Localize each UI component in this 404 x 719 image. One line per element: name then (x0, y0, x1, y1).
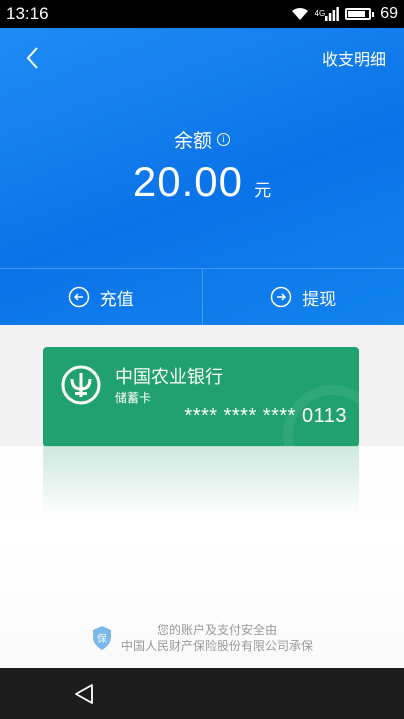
security-text: 您的账户及支付安全由 中国人民财产保险股份有限公司承保 (121, 622, 313, 654)
transaction-details-link[interactable]: 收支明细 (322, 46, 386, 70)
svg-text:保: 保 (97, 632, 107, 645)
system-nav-bar (0, 668, 404, 719)
back-button[interactable] (14, 40, 50, 76)
wallet-header: 收支明细 余额 i 20.00 元 充值 提现 (0, 28, 404, 325)
card-reflection (43, 446, 359, 516)
security-line-2: 中国人民财产保险股份有限公司承保 (120, 639, 313, 653)
chevron-left-icon (26, 47, 38, 69)
shield-icon: 保 (92, 626, 111, 650)
nav-back-icon[interactable] (72, 682, 96, 706)
action-bar: 充值 提现 (0, 268, 404, 325)
withdraw-button[interactable]: 提现 (201, 269, 404, 325)
signal-icon (325, 7, 340, 21)
wifi-icon (291, 7, 308, 20)
balance-label: 余额 (173, 130, 212, 152)
balance-label-row: 余额 i (0, 126, 404, 153)
balance-amount: 20.00 (132, 158, 243, 205)
arrow-right-circle-icon (271, 286, 292, 308)
bank-card[interactable]: 中国农业银行 储蓄卡 **** **** **** 0113 (43, 347, 359, 447)
withdraw-label: 提现 (302, 289, 337, 310)
arrow-left-circle-icon (68, 286, 89, 308)
status-bar: 13:16 4G 69 (0, 0, 404, 28)
battery-level: 69 (380, 5, 398, 22)
card-type: 储蓄卡 (115, 391, 152, 405)
network-type: 4G (314, 9, 326, 18)
recharge-label: 充值 (99, 289, 134, 310)
abc-bank-logo-icon (61, 365, 101, 405)
security-line-1: 您的账户及支付安全由 (156, 623, 277, 637)
info-icon[interactable]: i (217, 133, 230, 146)
balance-value: 20.00 元 (0, 158, 404, 206)
bank-name: 中国农业银行 (115, 367, 223, 388)
card-number: **** **** **** 0113 (184, 405, 347, 427)
recharge-button[interactable]: 充值 (0, 269, 202, 325)
status-time: 13:16 (6, 4, 49, 23)
balance-unit: 元 (254, 181, 272, 201)
security-note: 保 您的账户及支付安全由 中国人民财产保险股份有限公司承保 (0, 622, 404, 654)
battery-icon (345, 8, 372, 20)
status-icons: 4G 69 (291, 5, 398, 23)
